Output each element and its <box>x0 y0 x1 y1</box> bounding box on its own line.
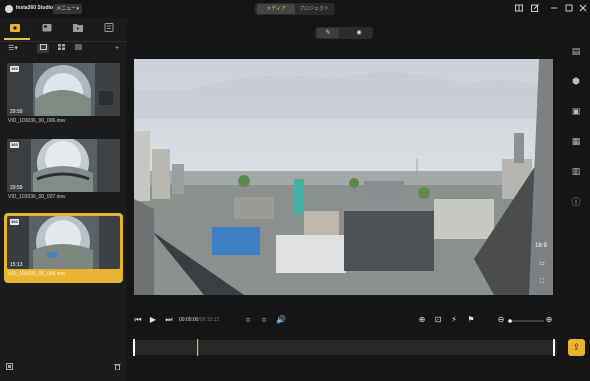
close-icon[interactable] <box>578 4 588 14</box>
media-panel-footer <box>0 357 127 381</box>
chevron-down-icon: ▾ <box>76 6 79 12</box>
preview-mode-icon[interactable]: ◉ <box>348 28 370 38</box>
note-icon <box>104 23 114 32</box>
tab-media[interactable]: メディア <box>257 4 295 14</box>
edit-mode-icon[interactable]: ✎ <box>317 28 339 38</box>
add-keyframe-icon[interactable]: ⊕ <box>416 315 428 325</box>
tab-local-media[interactable] <box>10 23 24 35</box>
video-preview[interactable]: 16:9 ▭ ⛶ <box>134 59 553 295</box>
tab-camera-files[interactable] <box>42 23 56 35</box>
media-tabs <box>0 20 127 40</box>
total-time: /00:15:13 <box>198 317 220 323</box>
select-all-icon[interactable] <box>3 363 15 372</box>
tracking-icon[interactable]: ⊡ <box>432 315 444 325</box>
aspect-ratio-label[interactable]: 16:9 <box>534 241 548 251</box>
snapshot-icon[interactable]: ▣ <box>568 104 584 118</box>
sort-icon[interactable]: ☰▾ <box>6 44 20 53</box>
play-icon[interactable]: ▶ <box>147 315 159 325</box>
minimize-icon[interactable] <box>549 4 559 14</box>
plugin-icon[interactable]: ⬢ <box>568 74 584 88</box>
large-view-icon[interactable] <box>37 44 49 53</box>
grid-view-icon[interactable] <box>55 44 67 53</box>
speed-icon[interactable]: ⚡ <box>448 315 460 325</box>
skip-back-icon[interactable]: ⏮ <box>132 315 144 325</box>
duration-label: 29:59 <box>10 109 23 115</box>
media-filename: VID_103036_00_007.insv <box>8 194 66 200</box>
crop-icon[interactable]: ▭ <box>536 259 548 269</box>
playback-controls: ⏮ ▶ ⏭ 00:00:00/00:15:13 ⧈ ⧈ 🔊 ⊕ ⊡ ⚡ ⚑ ⊖ … <box>127 312 590 328</box>
zoom-out-icon[interactable]: ⊖ <box>495 315 507 325</box>
camera-icon <box>42 24 52 32</box>
export-button[interactable]: ⇪ <box>568 339 585 356</box>
media-card-selected[interactable]: 360 15:13 VID_103036_00_008.insv <box>4 213 123 283</box>
panorama-frame <box>134 59 553 295</box>
maximize-icon[interactable] <box>564 4 574 14</box>
media-thumbnail: 360 15:13 <box>7 216 120 269</box>
format-badge: 360 <box>10 66 19 72</box>
reframe-icon[interactable]: ▤ <box>568 44 584 58</box>
current-time: 00:00:00 <box>179 317 199 323</box>
format-badge: 360 <box>10 219 19 225</box>
skip-forward-icon[interactable]: ⏭ <box>163 315 175 325</box>
menu-dropdown[interactable]: メニュー ▾ <box>53 4 82 14</box>
timecode: 00:00:00/00:15:13 <box>179 317 219 323</box>
duration-label: 29:59 <box>10 185 23 191</box>
title-bar: Insta360 Studio メニュー ▾ メディア プロジェクト <box>0 0 590 18</box>
app-logo-icon <box>5 5 13 13</box>
tab-folder[interactable] <box>73 23 87 35</box>
media-filename: VID_103036_00_008.insv <box>8 271 66 277</box>
tab-project[interactable]: プロジェクト <box>295 4 333 14</box>
format-badge: 360 <box>10 142 19 148</box>
edit-icon[interactable] <box>530 4 540 14</box>
delete-icon[interactable] <box>111 363 123 372</box>
volume-icon[interactable]: 🔊 <box>275 315 287 325</box>
fullscreen-icon[interactable]: ⛶ <box>536 277 548 287</box>
media-toolbar: ☰▾ + <box>0 42 127 54</box>
media-filename: VID_103036_00_006.insv <box>8 118 66 124</box>
stitch-icon[interactable]: ▥ <box>568 164 584 178</box>
layout-icon[interactable] <box>514 4 524 14</box>
tab-notes[interactable] <box>104 23 118 35</box>
media-card[interactable]: 360 29:59 VID_103036_00_007.insv <box>4 136 123 206</box>
menu-label: メニュー <box>56 6 77 12</box>
folder-icon <box>73 24 83 32</box>
mark-in-icon[interactable]: ⧈ <box>242 315 254 325</box>
zoom-in-icon[interactable]: ⊕ <box>543 315 555 325</box>
media-card[interactable]: 360 29:59 VID_103036_00_006.insv <box>4 60 123 130</box>
media-panel: ☰▾ + 360 29:59 VID_103036_00_006.insv 36… <box>0 18 127 381</box>
add-media-icon[interactable]: + <box>111 44 123 53</box>
active-tab-indicator <box>4 38 30 40</box>
folder-camera-icon <box>10 24 20 32</box>
timeline[interactable] <box>133 337 557 357</box>
zoom-slider[interactable] <box>508 319 544 323</box>
motion-icon[interactable]: ⚑ <box>465 315 477 325</box>
info-icon[interactable]: ⓘ <box>568 195 584 209</box>
list-view-icon[interactable] <box>72 44 84 53</box>
duration-label: 15:13 <box>10 262 23 268</box>
mark-out-icon[interactable]: ⧈ <box>258 315 270 325</box>
export-settings-icon[interactable]: ▦ <box>568 134 584 148</box>
app-name: Insta360 Studio <box>16 5 53 11</box>
media-thumbnail: 360 29:59 <box>7 139 120 192</box>
mode-switch: メディア プロジェクト <box>255 3 335 15</box>
view-mode-switch: ✎ ◉ <box>315 27 373 39</box>
media-thumbnail: 360 29:59 <box>7 63 120 116</box>
